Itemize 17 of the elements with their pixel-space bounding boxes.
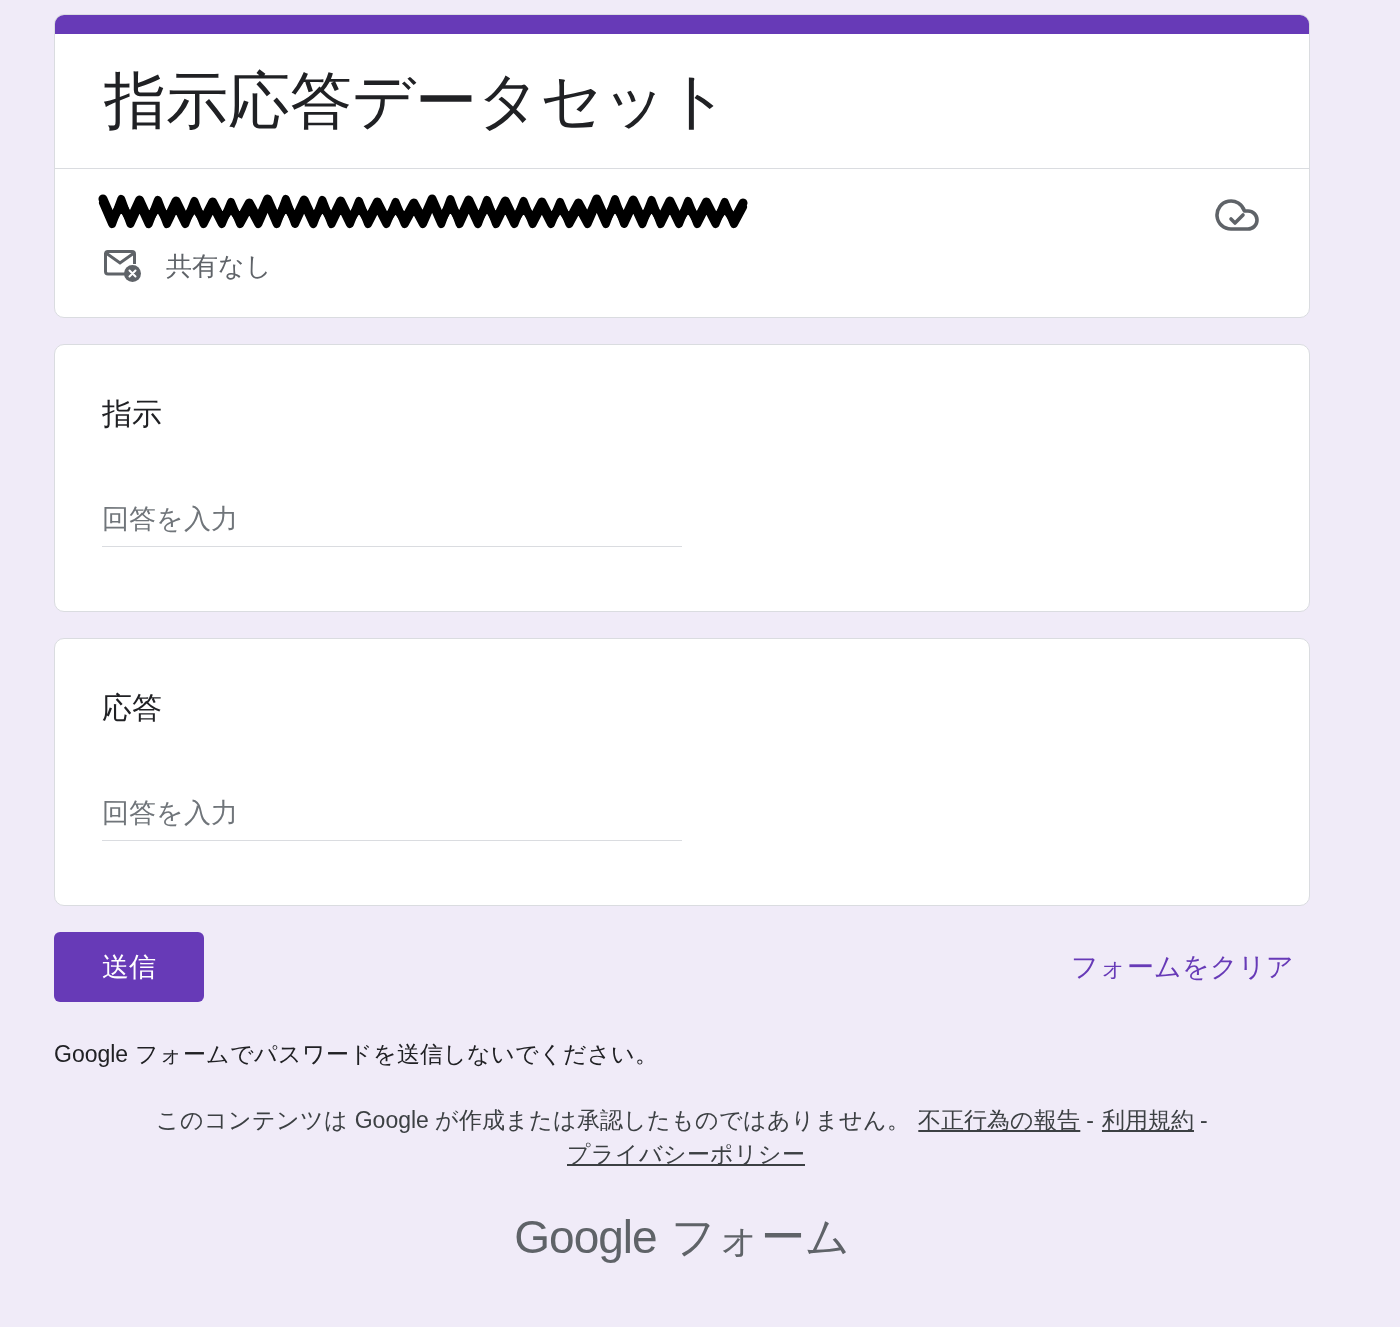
- sharing-status: 共有なし: [166, 250, 272, 283]
- answer-field[interactable]: 回答を入力: [102, 503, 682, 547]
- answer-field[interactable]: 回答を入力: [102, 797, 682, 841]
- footer-link[interactable]: プライバシーポリシー: [567, 1137, 805, 1171]
- logo-product-name: フォーム: [670, 1211, 850, 1263]
- mail-x-icon: [104, 250, 141, 282]
- clear-form-link[interactable]: フォームをクリア: [1071, 949, 1294, 985]
- submit-button[interactable]: 送信: [54, 932, 204, 1002]
- question-label: 応答: [102, 690, 162, 726]
- question-label: 指示: [102, 396, 162, 432]
- password-notice: Google フォームでパスワードを送信しないでください。: [54, 1040, 658, 1069]
- logo-wordmark: Google: [514, 1211, 657, 1263]
- footer-link[interactable]: 利用規約: [1101, 1103, 1194, 1137]
- cloud-check-icon: [1215, 199, 1259, 231]
- disclaimer-text: このコンテンツは Google が作成または承認したものではありません。 不正行為の報告 - 利用規約 - プライバシーポリシー: [54, 1103, 1310, 1171]
- footer-link[interactable]: 不正行為の報告: [918, 1103, 1081, 1137]
- form-title: 指示応答データセット: [104, 70, 729, 132]
